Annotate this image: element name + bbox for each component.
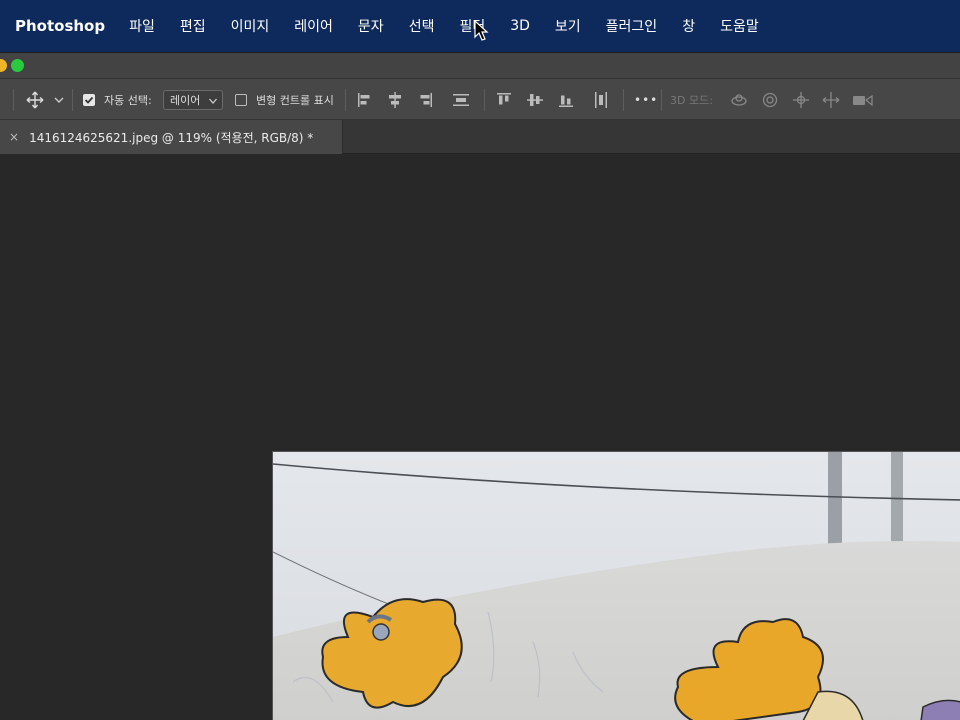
window-title-strip	[0, 52, 960, 78]
align-top-edges-icon[interactable]	[495, 91, 513, 109]
menu-image[interactable]: 이미지	[231, 16, 270, 36]
align-horizontal-centers-icon[interactable]	[386, 91, 404, 109]
options-divider	[484, 89, 485, 111]
auto-select-target-value: 레이어	[170, 94, 201, 107]
3d-slide-icon[interactable]	[822, 91, 840, 109]
show-transform-controls-label: 변형 컨트롤 표시	[256, 94, 334, 107]
document-tab-title: 1416124625621.jpeg @ 119% (적용전, RGB/8) *	[29, 130, 314, 145]
zoom-window-button[interactable]	[11, 59, 24, 72]
document-tab[interactable]: × 1416124625621.jpeg @ 119% (적용전, RGB/8)…	[0, 120, 343, 154]
3d-orbit-icon[interactable]	[729, 91, 749, 109]
3d-mode-label: 3D 모드:	[670, 94, 713, 107]
options-divider	[13, 89, 14, 111]
app-menu-photoshop[interactable]: Photoshop	[15, 17, 105, 35]
menu-view[interactable]: 보기	[555, 16, 581, 36]
menu-help[interactable]: 도움말	[720, 16, 759, 36]
more-options-button[interactable]: •••	[634, 93, 658, 107]
options-divider	[661, 89, 662, 111]
align-vertical-centers-icon[interactable]	[526, 91, 544, 109]
options-divider	[345, 89, 346, 111]
menu-3d[interactable]: 3D	[510, 18, 530, 34]
close-tab-icon[interactable]: ×	[9, 130, 19, 144]
menu-edit[interactable]: 편집	[180, 16, 206, 36]
menu-file[interactable]: 파일	[129, 16, 155, 36]
move-tool-icon[interactable]	[26, 91, 44, 109]
options-divider	[72, 89, 73, 111]
menu-layer[interactable]: 레이어	[294, 16, 333, 36]
mural-photo-image	[273, 452, 960, 720]
chevron-down-icon	[209, 98, 217, 104]
options-divider	[623, 89, 624, 111]
auto-select-label: 자동 선택:	[104, 94, 152, 107]
options-bar: 자동 선택: 레이어 변형 컨트롤 표시 ••• 3D 모드:	[0, 78, 960, 120]
checkmark-icon	[84, 96, 94, 104]
distribute-vertically-icon[interactable]	[452, 91, 470, 109]
tool-preset-chevron-down-icon[interactable]	[53, 91, 65, 109]
menu-plugins[interactable]: 플러그인	[606, 16, 658, 36]
distribute-horizontally-icon[interactable]	[592, 91, 610, 109]
3d-scale-video-camera-icon[interactable]	[852, 91, 876, 109]
document-tab-bar: × 1416124625621.jpeg @ 119% (적용전, RGB/8)…	[0, 120, 960, 154]
3d-pan-icon[interactable]	[792, 91, 810, 109]
menu-window[interactable]: 창	[682, 16, 695, 36]
auto-select-target-dropdown[interactable]: 레이어	[163, 90, 223, 110]
auto-select-checkbox[interactable]	[83, 94, 95, 106]
align-bottom-edges-icon[interactable]	[557, 91, 575, 109]
mouse-cursor-icon	[474, 20, 489, 41]
3d-roll-icon[interactable]	[761, 91, 779, 109]
document-image[interactable]	[272, 451, 960, 720]
menu-select[interactable]: 선택	[409, 16, 435, 36]
show-transform-controls-checkbox[interactable]	[235, 94, 247, 106]
minimize-window-button[interactable]	[0, 59, 7, 72]
align-right-edges-icon[interactable]	[416, 91, 434, 109]
align-left-edges-icon[interactable]	[356, 91, 374, 109]
menu-type[interactable]: 문자	[358, 16, 384, 36]
